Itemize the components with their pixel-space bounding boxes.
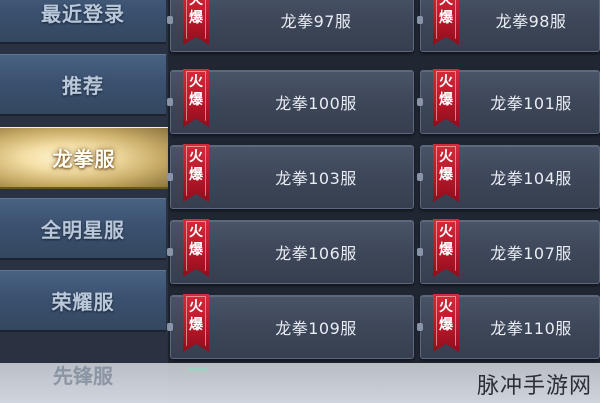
tab-label: 先锋服 — [53, 363, 113, 388]
hot-badge: 火 爆 — [183, 294, 209, 352]
site-watermark: 脉冲手游网 — [476, 374, 592, 399]
tab-label: 最近登录 — [41, 2, 125, 26]
server-name: 龙拳97服 — [280, 12, 352, 31]
hot-badge: 火 爆 — [433, 0, 459, 45]
server-name: 龙拳106服 — [275, 244, 357, 263]
server-card[interactable]: 火 爆 龙拳98服 — [417, 0, 600, 52]
server-name: 龙拳110服 — [490, 319, 572, 338]
server-list: 火 爆 龙拳97服 火 爆 龙拳98服 火 爆 龙拳100服 火 爆 龙拳101… — [167, 0, 600, 403]
server-name: 龙拳101服 — [490, 94, 572, 113]
tab-label: 龙拳服 — [52, 147, 116, 171]
card-notch — [167, 98, 173, 106]
card-notch — [417, 323, 423, 331]
server-name: 龙拳104服 — [490, 169, 572, 188]
server-card[interactable]: 火 爆 龙拳104服 — [417, 144, 600, 209]
server-card[interactable]: 火 爆 龙拳110服 — [417, 294, 600, 359]
card-notch — [167, 16, 173, 24]
server-card[interactable]: 火 爆 龙拳106服 — [167, 219, 414, 284]
server-name: 龙拳103服 — [275, 169, 357, 188]
server-card[interactable]: 火 爆 龙拳103服 — [167, 144, 414, 209]
server-name: 龙拳100服 — [275, 94, 357, 113]
hot-badge: 火 爆 — [183, 0, 209, 45]
tab-recent-login[interactable]: 最近登录 — [0, 0, 166, 44]
hot-badge: 火 爆 — [183, 219, 209, 277]
card-notch — [417, 16, 423, 24]
card-notch — [417, 98, 423, 106]
card-notch — [417, 248, 423, 256]
server-card[interactable]: 火 爆 龙拳97服 — [167, 0, 414, 52]
server-card[interactable]: 火 爆 龙拳100服 — [167, 69, 414, 134]
server-card[interactable]: 火 爆 龙拳107服 — [417, 219, 600, 284]
server-card[interactable]: 火 爆 龙拳109服 — [167, 294, 414, 359]
hot-badge: 火 爆 — [433, 294, 459, 352]
hot-badge: 火 爆 — [433, 144, 459, 202]
card-notch — [167, 323, 173, 331]
server-card[interactable]: 火 爆 龙拳101服 — [417, 69, 600, 134]
tab-glory-server[interactable]: 荣耀服 — [0, 270, 166, 332]
tab-recommended[interactable]: 推荐 — [0, 54, 166, 116]
tab-label: 荣耀服 — [51, 290, 115, 314]
server-name: 龙拳98服 — [495, 12, 567, 31]
tab-label: 全明星服 — [41, 218, 125, 242]
tab-longquan-server[interactable]: 龙拳服 — [0, 127, 168, 189]
tab-vanguard-server[interactable]: 先锋服 — [0, 354, 166, 394]
server-name: 龙拳107服 — [490, 244, 572, 263]
hot-badge: 火 爆 — [433, 69, 459, 127]
card-notch — [417, 173, 423, 181]
hot-badge: 火 爆 — [433, 219, 459, 277]
tab-all-star-server[interactable]: 全明星服 — [0, 198, 166, 260]
card-notch — [167, 173, 173, 181]
scroll-marker — [188, 368, 208, 371]
card-notch — [167, 248, 173, 256]
hot-badge: 火 爆 — [183, 69, 209, 127]
tab-label: 推荐 — [62, 74, 104, 98]
server-name: 龙拳109服 — [275, 319, 357, 338]
server-category-sidebar: 最近登录 推荐 龙拳服 全明星服 荣耀服 — [0, 0, 168, 403]
hot-badge: 火 爆 — [183, 144, 209, 202]
